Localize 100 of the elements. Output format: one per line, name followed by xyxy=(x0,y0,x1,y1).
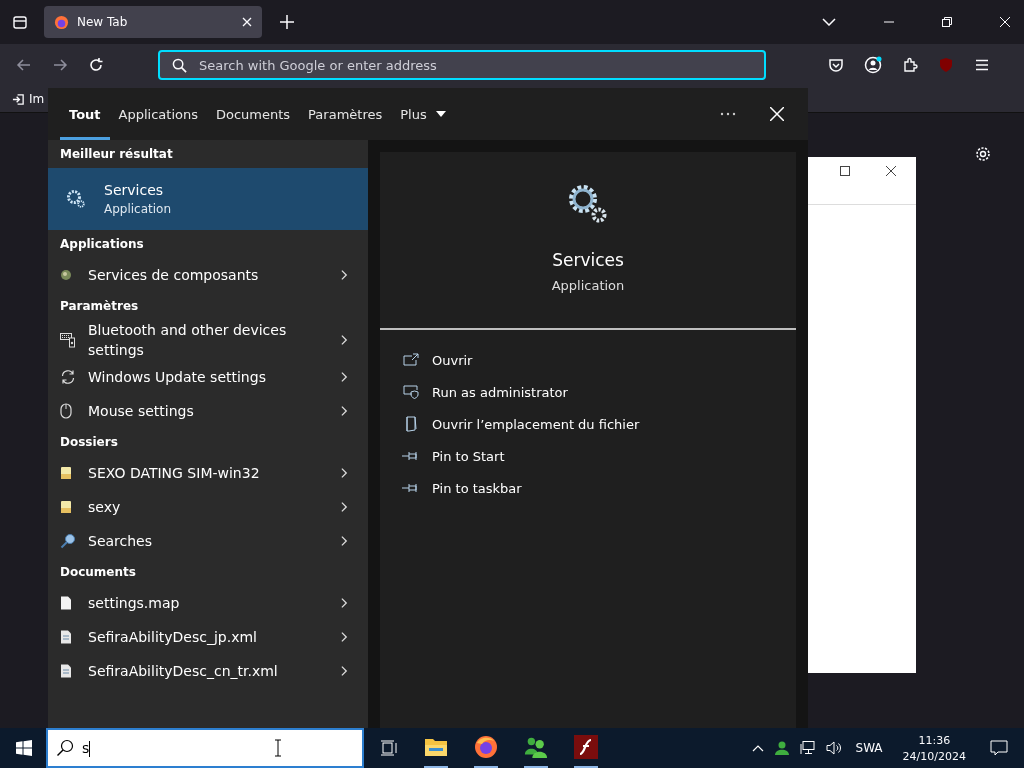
component-icon xyxy=(60,269,72,281)
maximize-icon[interactable] xyxy=(840,166,850,176)
action-item[interactable]: Run as administrator xyxy=(402,376,796,408)
gears-icon xyxy=(66,189,86,209)
result-item[interactable]: SefiraAbilityDesc_cn_tr.xml xyxy=(48,654,368,688)
result-item[interactable]: Searches xyxy=(48,524,368,558)
pocket-icon[interactable] xyxy=(828,57,844,73)
magnifier-icon xyxy=(60,533,76,549)
chevron-right-icon[interactable] xyxy=(341,665,348,677)
filter-tab[interactable]: Paramètres xyxy=(299,88,392,140)
volume-icon[interactable] xyxy=(825,740,842,756)
action-item[interactable]: Ouvrir l’emplacement du fichier xyxy=(402,408,796,440)
chevron-right-icon[interactable] xyxy=(341,334,348,346)
filter-tab[interactable]: Plus xyxy=(391,88,455,140)
result-label: Services de composants xyxy=(88,266,260,285)
task-view-icon[interactable] xyxy=(380,740,398,756)
chevron-right-icon[interactable] xyxy=(341,597,348,609)
section-header: Paramètres xyxy=(59,298,140,315)
result-label: SEXO DATING SIM-win32 xyxy=(88,464,261,483)
search-icon xyxy=(56,739,74,757)
filter-tab[interactable]: Applications xyxy=(109,88,207,140)
document-icon xyxy=(404,416,418,432)
result-label: SefiraAbilityDesc_jp.xml xyxy=(88,628,258,647)
mouse-icon xyxy=(60,403,72,419)
search-icon xyxy=(172,57,187,73)
network-icon[interactable] xyxy=(799,740,816,756)
result-label: SefiraAbilityDesc_cn_tr.xml xyxy=(88,662,279,681)
section-header: Meilleur résultat xyxy=(59,146,174,163)
folder-icon xyxy=(60,500,72,514)
more-icon[interactable] xyxy=(720,112,736,116)
windows-logo-icon[interactable] xyxy=(16,740,32,756)
chevron-right-icon[interactable] xyxy=(341,501,348,513)
address-field[interactable]: Search with Google or enter address xyxy=(158,50,766,80)
account-icon[interactable] xyxy=(864,56,882,74)
keyboard-speaker-icon xyxy=(60,332,76,348)
sync-icon xyxy=(60,369,76,385)
notification-icon[interactable] xyxy=(990,740,1008,756)
chevron-right-icon[interactable] xyxy=(341,405,348,417)
browser-logo-icon xyxy=(54,14,69,30)
show-hidden-icon[interactable] xyxy=(751,744,764,752)
settings-icon[interactable] xyxy=(975,146,991,162)
file-icon xyxy=(60,596,72,610)
chevron-down-icon[interactable] xyxy=(822,18,836,26)
caret-icon xyxy=(435,111,446,117)
new-tab-icon[interactable] xyxy=(280,15,294,29)
import-icon xyxy=(12,92,25,106)
action-item[interactable]: Ouvrir xyxy=(402,344,796,376)
browser-tab[interactable]: New Tab xyxy=(44,6,262,38)
taskbar-search-field[interactable]: s xyxy=(46,728,364,768)
xml-file-icon xyxy=(60,630,72,644)
xml-file-icon xyxy=(60,664,72,678)
result-item[interactable]: Services de composants xyxy=(48,258,368,292)
person-icon[interactable] xyxy=(773,740,790,756)
chevron-right-icon[interactable] xyxy=(341,535,348,547)
chevron-right-icon[interactable] xyxy=(341,269,348,281)
result-item[interactable]: settings.map xyxy=(48,586,368,620)
detail-title: Services xyxy=(552,250,624,270)
result-label: sexy xyxy=(88,498,122,517)
section-header: Applications xyxy=(59,236,145,253)
language-indicator[interactable]: SWA xyxy=(855,741,883,755)
bookmark-item[interactable]: Im xyxy=(12,92,45,106)
back-icon[interactable] xyxy=(16,57,32,73)
forward-icon[interactable] xyxy=(52,57,68,73)
filter-tab[interactable]: Documents xyxy=(206,88,300,140)
folder-icon xyxy=(424,737,448,757)
reload-icon[interactable] xyxy=(88,57,104,73)
tab-list-icon[interactable] xyxy=(12,14,28,30)
result-label: Bluetooth and other devices settings xyxy=(88,321,288,360)
result-item[interactable]: SefiraAbilityDesc_jp.xml xyxy=(48,620,368,654)
result-item[interactable]: Bluetooth and other devices settings xyxy=(48,320,368,360)
result-label: Searches xyxy=(88,532,153,551)
people-icon xyxy=(524,735,548,759)
monitor-shield-icon xyxy=(403,385,419,399)
extensions-icon[interactable] xyxy=(902,57,918,73)
pin-icon xyxy=(402,483,420,493)
chevron-right-icon[interactable] xyxy=(341,467,348,479)
chevron-right-icon[interactable] xyxy=(341,631,348,643)
result-item[interactable]: SEXO DATING SIM-win32 xyxy=(48,456,368,490)
result-label: Mouse settings xyxy=(88,402,195,421)
result-label: settings.map xyxy=(88,594,181,613)
open-window-icon xyxy=(403,353,419,367)
flash-icon xyxy=(574,735,598,759)
chevron-right-icon[interactable] xyxy=(341,371,348,383)
close-tab-icon[interactable] xyxy=(242,17,252,27)
folder-icon xyxy=(60,466,72,480)
text-cursor-icon xyxy=(274,739,282,757)
result-item[interactable]: Windows Update settings xyxy=(48,360,368,394)
clock[interactable]: 11:36 24/10/2024 xyxy=(902,733,966,763)
detail-subtitle: Application xyxy=(551,278,625,293)
restore-icon[interactable] xyxy=(942,17,952,27)
close-icon[interactable] xyxy=(886,166,896,176)
browser-logo-icon xyxy=(474,735,498,759)
result-subtitle: Application xyxy=(104,202,172,216)
menu-icon[interactable] xyxy=(974,57,990,73)
action-item[interactable]: Pin to taskbar xyxy=(402,472,796,504)
result-item[interactable]: Mouse settings xyxy=(48,394,368,428)
action-item[interactable]: Pin to Start xyxy=(402,440,796,472)
result-item[interactable]: sexy xyxy=(48,490,368,524)
best-result-item[interactable]: Services Application xyxy=(48,168,368,230)
pin-icon xyxy=(402,451,420,461)
